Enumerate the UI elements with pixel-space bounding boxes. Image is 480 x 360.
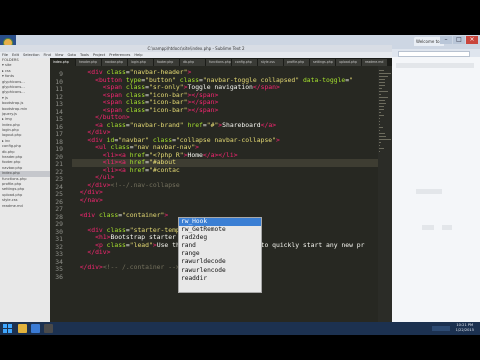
minimap-line xyxy=(379,73,391,74)
autocomplete-item[interactable]: rawurlencode xyxy=(179,267,261,275)
line-number: 36 xyxy=(55,272,63,281)
minimap-line xyxy=(379,112,381,113)
editor-tab[interactable]: db.php xyxy=(180,59,205,66)
minimap-line xyxy=(379,121,380,122)
minimap-line xyxy=(379,82,385,83)
editor-tab[interactable]: upload.php xyxy=(336,59,361,66)
editor-tab[interactable]: settings.php xyxy=(310,59,335,66)
editor-tab[interactable]: profile.php xyxy=(284,59,309,66)
menu-item[interactable]: View xyxy=(55,53,64,57)
maximize-button[interactable]: □ xyxy=(453,36,465,44)
taskbar-clock[interactable]: 10:21 PM 1/22/2015 xyxy=(456,323,474,333)
page-block xyxy=(442,225,452,230)
minimap-line xyxy=(379,109,384,110)
editor-tab[interactable]: index.php xyxy=(50,59,75,66)
autocomplete-item[interactable]: rw_Hook xyxy=(179,218,261,227)
editor-tab[interactable]: footer.php xyxy=(154,59,179,66)
minimap-line xyxy=(379,103,386,104)
editor-tab-bar: index.php header.php navbar.php login.php fo… xyxy=(50,58,392,66)
editor-tab[interactable]: readme.md xyxy=(362,59,387,66)
minimap-line xyxy=(379,88,382,89)
code-line[interactable]: </div><!-- /.container --> xyxy=(72,263,180,272)
minimap-line xyxy=(379,106,384,107)
page-block xyxy=(396,63,474,68)
code-line[interactable]: </div> xyxy=(72,248,110,257)
start-button[interactable] xyxy=(3,324,12,333)
close-button[interactable]: × xyxy=(466,36,478,44)
minimap-line xyxy=(379,91,388,92)
menu-item[interactable]: Help xyxy=(134,53,142,57)
minimap-line xyxy=(379,115,384,116)
minimap-line xyxy=(379,133,385,134)
minimap-line xyxy=(379,124,380,125)
sidebar-item[interactable]: readme.md xyxy=(0,204,50,209)
editor-tab[interactable]: header.php xyxy=(76,59,101,66)
menu-item[interactable]: Tools xyxy=(80,53,89,57)
ie-icon[interactable] xyxy=(31,324,40,333)
file-explorer-icon[interactable] xyxy=(18,324,27,333)
minimap-line xyxy=(379,127,383,128)
browser-toolbar xyxy=(392,49,480,57)
code-line[interactable]: <div class="container"> xyxy=(72,211,169,220)
menu-item[interactable]: Selection xyxy=(23,53,40,57)
minimap-line xyxy=(379,142,381,143)
minimap-line xyxy=(379,130,380,131)
windows-taskbar: 10:21 PM 1/22/2015 xyxy=(0,322,480,335)
autocomplete-item[interactable]: readdir xyxy=(179,275,261,283)
minimap-line xyxy=(379,136,386,137)
page-block xyxy=(416,189,442,194)
clock-date: 1/22/2015 xyxy=(455,328,474,332)
minimap-line xyxy=(379,97,388,98)
code-line[interactable]: </nav> xyxy=(72,196,103,205)
menu-item[interactable]: Goto xyxy=(67,53,76,57)
minimap[interactable] xyxy=(378,66,392,322)
editor-tab[interactable]: functions.php xyxy=(206,59,231,66)
minimap-line xyxy=(379,148,384,149)
minimap-line xyxy=(379,100,385,101)
sublime-text-window: C:\xampp\htdocs\site\index.php - Sublime… xyxy=(0,45,392,322)
editor-tab[interactable]: navbar.php xyxy=(102,59,127,66)
autocomplete-item[interactable]: rand xyxy=(179,242,261,250)
editor-tab[interactable]: config.php xyxy=(232,59,257,66)
minimap-line xyxy=(379,118,380,119)
minimize-button[interactable]: – xyxy=(440,36,452,44)
minimap-line xyxy=(379,139,391,140)
minimap-line xyxy=(379,145,380,146)
browser-page-area xyxy=(392,49,480,322)
menu-item[interactable]: Edit xyxy=(12,53,19,57)
line-number-gutter: 9 10 11 12 13 14 15 16 17 18 19 20 21 22 23 24 25 26 27 28 2… xyxy=(50,66,66,322)
minimap-line xyxy=(379,79,385,80)
window-controls: – □ × xyxy=(440,36,478,44)
system-tray[interactable] xyxy=(432,326,450,331)
page-block xyxy=(422,225,434,230)
address-bar[interactable] xyxy=(398,51,470,57)
editor-tab[interactable]: login.php xyxy=(128,59,153,66)
minimap-line xyxy=(379,70,384,71)
desktop-screen: Welcome to XA… – □ × C:\xampp\htdocs\sit… xyxy=(0,35,480,322)
minimap-line xyxy=(379,151,380,152)
autocomplete-item[interactable]: rad2deg xyxy=(179,234,261,242)
menu-item[interactable]: Find xyxy=(44,53,51,57)
file-sidebar: FOLDERS ▾ site ▸ css ▾ fonts glyphicons..… xyxy=(0,58,50,322)
window-title: C:\xampp\htdocs\site\index.php - Sublime… xyxy=(0,45,392,52)
autocomplete-item[interactable]: rw_GetRemote xyxy=(179,226,261,234)
sublime-taskbar-icon[interactable] xyxy=(44,324,53,333)
autocomplete-item[interactable]: rawurldecode xyxy=(179,258,261,266)
menu-item[interactable]: Project xyxy=(93,53,105,57)
editor-tab[interactable]: style.css xyxy=(258,59,283,66)
menu-item[interactable]: Preferences xyxy=(109,53,130,57)
minimap-line xyxy=(379,76,388,77)
minimap-line xyxy=(379,85,385,86)
autocomplete-popup[interactable]: rw_Hook rw_GetRemote rad2deg rand range rawur… xyxy=(178,217,262,293)
windows-logo-icon xyxy=(3,324,12,333)
autocomplete-item[interactable]: range xyxy=(179,250,261,258)
menu-item[interactable]: File xyxy=(2,53,8,57)
minimap-line xyxy=(379,94,381,95)
